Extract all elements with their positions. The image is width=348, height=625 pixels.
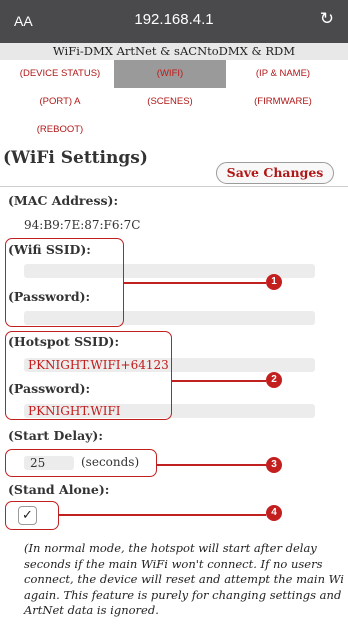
- divider: [0, 186, 348, 187]
- nav-reboot[interactable]: (REBOOT): [4, 116, 116, 144]
- address-bar[interactable]: 192.168.4.1: [0, 11, 348, 28]
- save-button[interactable]: Save Changes: [216, 162, 334, 184]
- stand-alone-label: (Stand Alone):: [8, 482, 110, 497]
- callout-badge-1: 1: [266, 274, 282, 290]
- callout-box-1: [5, 238, 124, 327]
- callout-leader-2: [171, 380, 266, 382]
- nav-ip-name[interactable]: (IP & NAME): [227, 60, 339, 88]
- callout-badge-2: 2: [266, 372, 282, 388]
- reload-icon[interactable]: ↻: [320, 9, 334, 29]
- callout-leader-1: [123, 282, 266, 284]
- start-delay-label: (Start Delay):: [8, 428, 103, 443]
- callout-badge-3: 3: [266, 457, 282, 473]
- hotspot-note: (In normal mode, the hotspot will start …: [24, 541, 344, 617]
- app-title: WiFi-DMX ArtNet & sACNtoDMX & RDM: [0, 43, 348, 60]
- nav-menu: (DEVICE STATUS) (WIFI) (IP & NAME) (PORT…: [0, 60, 348, 144]
- callout-box-3: [5, 449, 157, 477]
- page-title: (WiFi Settings): [3, 148, 148, 168]
- callout-leader-4: [58, 514, 266, 516]
- callout-box-2: [5, 331, 172, 420]
- nav-firmware[interactable]: (FIRMWARE): [227, 88, 339, 116]
- mac-address-label: (MAC Address):: [8, 193, 119, 208]
- callout-box-4: [5, 501, 59, 530]
- callout-leader-3: [156, 464, 266, 466]
- mac-address-value: 94:B9:7E:87:F6:7C: [24, 218, 141, 232]
- nav-port-a[interactable]: (PORT) A: [4, 88, 116, 116]
- nav-scenes[interactable]: (SCENES): [114, 88, 226, 116]
- nav-wifi[interactable]: (WIFI): [114, 60, 226, 88]
- browser-toolbar: AA 192.168.4.1 ↻: [0, 0, 348, 43]
- callout-badge-4: 4: [266, 505, 282, 521]
- nav-device-status[interactable]: (DEVICE STATUS): [4, 60, 116, 88]
